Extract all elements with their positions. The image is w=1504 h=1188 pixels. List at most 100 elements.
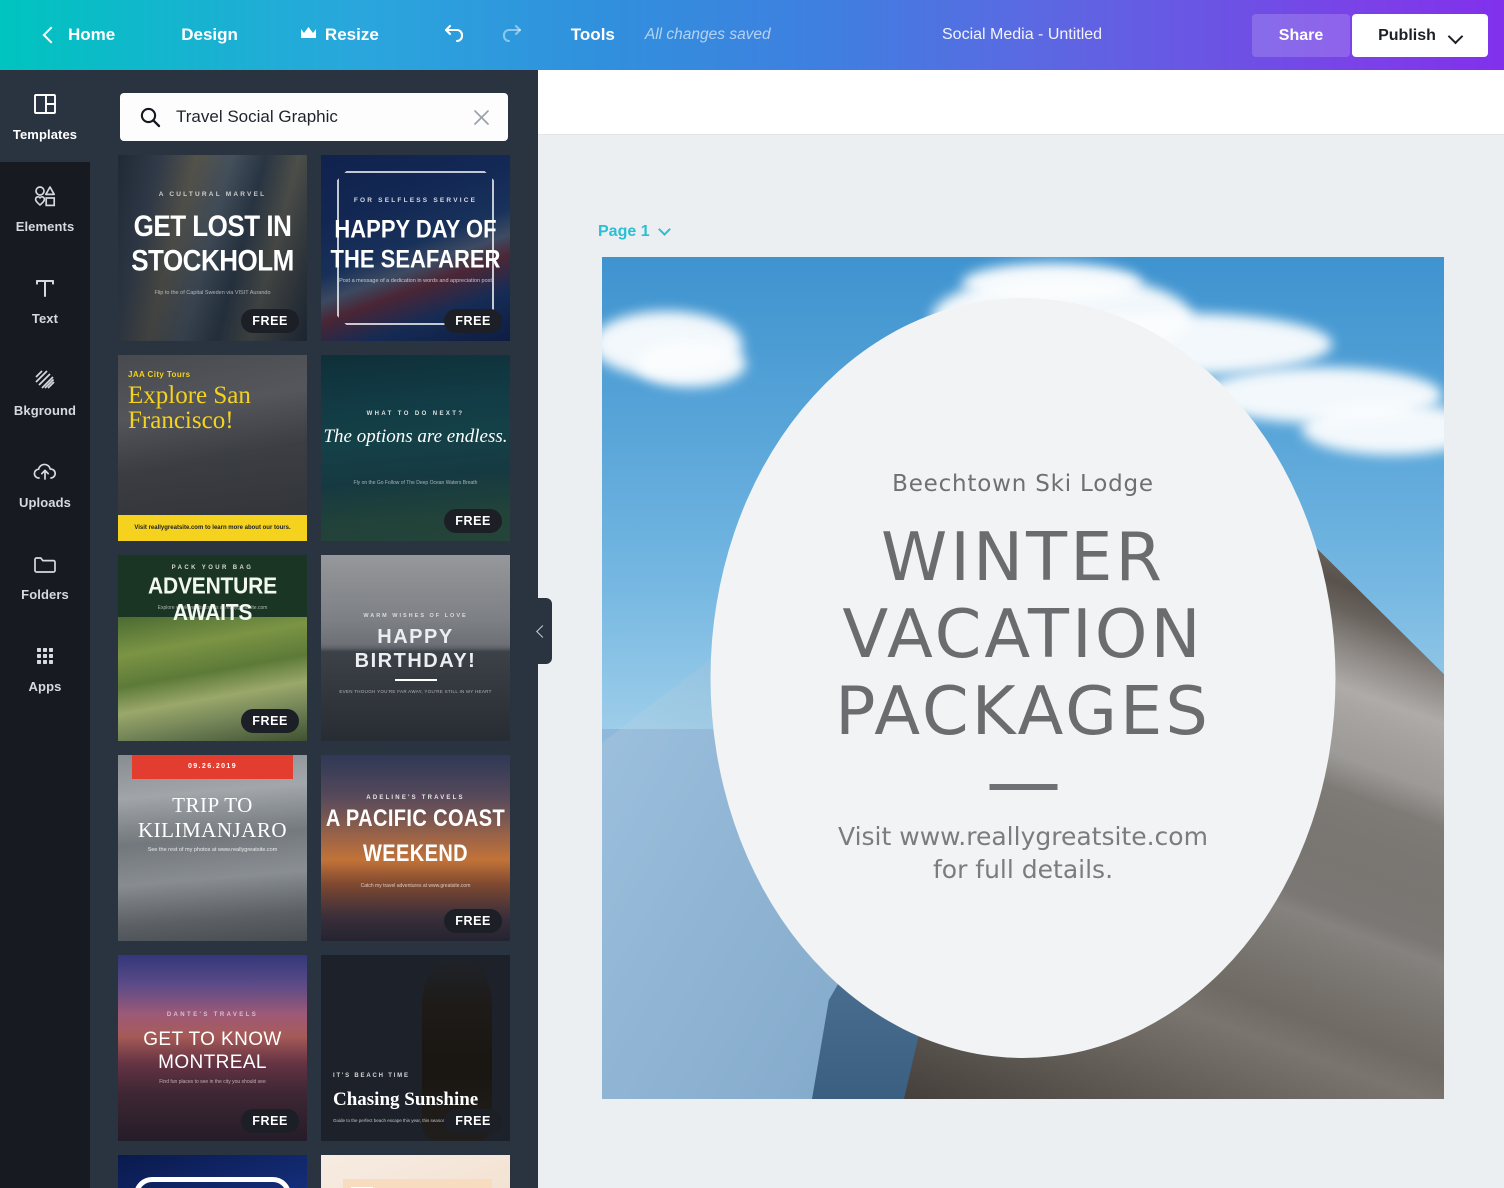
template-overlay: JAA City Tours Explore San Francisco! bbox=[118, 355, 307, 541]
chevron-down-icon bbox=[658, 223, 671, 236]
sidebar-item-templates[interactable]: Templates bbox=[0, 70, 90, 162]
canvas-workspace: Page 1 Beechtown Ski Lodge WINTER VACATI… bbox=[538, 135, 1504, 1188]
template-subtitle: Find fun places to see in the city you s… bbox=[118, 1079, 307, 1085]
templates-panel: A CULTURAL MARVEL GET LOST IN STOCKHOLM … bbox=[90, 70, 538, 1188]
resize-label: Resize bbox=[325, 25, 379, 45]
template-kicker: IT'S BEACH TIME bbox=[333, 1073, 510, 1079]
sidebar-item-folders[interactable]: Folders bbox=[0, 530, 90, 622]
template-card[interactable]: IT'S BEACH TIME Chasing Sunshine Guide t… bbox=[321, 955, 510, 1141]
template-subtitle: See the rest of my photos at www.reallyg… bbox=[118, 847, 307, 853]
sidebar-item-text[interactable]: Text bbox=[0, 254, 90, 346]
sidebar-label: Uploads bbox=[19, 495, 71, 510]
close-icon[interactable] bbox=[462, 98, 500, 136]
home-label: Home bbox=[68, 25, 115, 45]
resize-button[interactable]: Resize bbox=[290, 13, 389, 57]
template-title: GET LOST IN STOCKHOLM bbox=[118, 209, 307, 278]
template-title: Explore San Francisco! bbox=[128, 383, 307, 433]
template-overlay: TRIP TO KILIMANJARO See the rest of my p… bbox=[118, 755, 307, 941]
sidebar-label: Elements bbox=[16, 219, 75, 234]
sidebar-item-bkground[interactable]: Bkground bbox=[0, 346, 90, 438]
design-circle-backdrop[interactable]: Beechtown Ski Lodge WINTER VACATION PACK… bbox=[711, 298, 1336, 1058]
redo-icon bbox=[498, 20, 524, 51]
template-card[interactable]: JAA City Tours Explore San Francisco! Vi… bbox=[118, 355, 307, 541]
template-title: GET TO KNOW MONTREAL bbox=[118, 1028, 307, 1074]
search-bar[interactable] bbox=[120, 93, 508, 141]
template-kicker: WHAT TO DO NEXT? bbox=[321, 411, 510, 417]
template-subtitle: Fly on the Go Follow of The Deep Ocean W… bbox=[321, 480, 510, 486]
template-title: Chasing Sunshine bbox=[333, 1089, 510, 1111]
panel-collapse-button[interactable] bbox=[530, 598, 552, 664]
page-selector[interactable]: Page 1 bbox=[598, 223, 669, 241]
template-decorative-frame bbox=[134, 1177, 291, 1188]
redo-button[interactable] bbox=[491, 15, 531, 55]
template-kicker: JAA City Tours bbox=[128, 370, 307, 379]
share-label: Share bbox=[1279, 27, 1323, 45]
elements-icon bbox=[31, 182, 59, 210]
template-card[interactable]: PACK YOUR BAG ADVENTURE AWAITS Explore w… bbox=[118, 555, 307, 741]
template-card[interactable]: 09.26.2019 TRIP TO KILIMANJARO See the r… bbox=[118, 755, 307, 941]
free-badge: FREE bbox=[241, 309, 299, 333]
text-icon bbox=[31, 274, 59, 302]
sidebar-label: Text bbox=[32, 311, 58, 326]
template-card[interactable]: WARM WISHES OF LOVE HAPPY BIRTHDAY! EVEN… bbox=[321, 555, 510, 741]
template-divider bbox=[395, 679, 437, 681]
template-subtitle: EVEN THOUGH YOU'RE FAR AWAY, YOU'RE STIL… bbox=[321, 689, 510, 694]
design-title-line-1: WINTER bbox=[835, 519, 1211, 596]
template-kicker: FOR SELFLESS SERVICE bbox=[321, 197, 510, 204]
template-title-line2: WEEKEND bbox=[321, 841, 510, 869]
uploads-cloud-icon bbox=[31, 458, 59, 486]
design-title-text[interactable]: WINTER VACATION PACKAGES bbox=[835, 519, 1211, 750]
publish-label: Publish bbox=[1378, 27, 1436, 45]
template-kicker: WARM WISHES OF LOVE bbox=[321, 613, 510, 619]
design-subtitle-line-1: Visit www.reallygreatsite.com bbox=[838, 820, 1208, 853]
design-title-line-3: PACKAGES bbox=[835, 673, 1211, 750]
template-card[interactable]: ADELINE'S TRAVELS A PACIFIC COAST WEEKEN… bbox=[321, 755, 510, 941]
home-button[interactable]: Home bbox=[28, 13, 125, 57]
search-input[interactable] bbox=[176, 107, 462, 127]
left-sidebar: Templates Elements Text bbox=[0, 70, 90, 1188]
template-card[interactable] bbox=[118, 1155, 307, 1188]
template-card[interactable]: WHAT TO DO NEXT? The options are endless… bbox=[321, 355, 510, 541]
design-kicker-text[interactable]: Beechtown Ski Lodge bbox=[892, 471, 1154, 497]
undo-button[interactable] bbox=[435, 15, 475, 55]
sidebar-label: Folders bbox=[21, 587, 69, 602]
template-kicker: A CULTURAL MARVEL bbox=[118, 191, 307, 198]
template-card[interactable]: FOR SELFLESS SERVICE HAPPY DAY OF THE SE… bbox=[321, 155, 510, 341]
sidebar-item-uploads[interactable]: Uploads bbox=[0, 438, 90, 530]
tools-label: Tools bbox=[571, 25, 615, 45]
design-divider bbox=[989, 784, 1057, 790]
template-title: The options are endless. bbox=[321, 425, 510, 448]
sidebar-item-elements[interactable]: Elements bbox=[0, 162, 90, 254]
design-label: Design bbox=[181, 25, 238, 45]
template-card[interactable] bbox=[321, 1155, 510, 1188]
design-button[interactable]: Design bbox=[171, 13, 248, 57]
background-icon bbox=[31, 366, 59, 394]
chevron-down-icon bbox=[1450, 30, 1462, 42]
template-card[interactable]: DANTE'S TRAVELS GET TO KNOW MONTREAL Fin… bbox=[118, 955, 307, 1141]
document-title[interactable]: Social Media - Untitled bbox=[942, 26, 1102, 44]
folder-icon bbox=[31, 550, 59, 578]
template-subtitle: Catch my travel adventures at www.greats… bbox=[321, 883, 510, 889]
undo-icon bbox=[442, 20, 468, 51]
publish-button[interactable]: Publish bbox=[1352, 14, 1488, 57]
share-button[interactable]: Share bbox=[1252, 14, 1350, 57]
template-title: HAPPY DAY OF THE SEAFARER bbox=[321, 214, 510, 274]
sidebar-item-apps[interactable]: Apps bbox=[0, 622, 90, 714]
design-subtitle-text[interactable]: Visit www.reallygreatsite.com for full d… bbox=[838, 820, 1208, 886]
chevron-left-icon bbox=[38, 24, 60, 46]
chevron-left-icon bbox=[536, 625, 549, 638]
template-kicker: ADELINE'S TRAVELS bbox=[321, 795, 510, 801]
free-badge: FREE bbox=[241, 1109, 299, 1133]
template-results-grid: A CULTURAL MARVEL GET LOST IN STOCKHOLM … bbox=[118, 155, 510, 1188]
template-card[interactable]: A CULTURAL MARVEL GET LOST IN STOCKHOLM … bbox=[118, 155, 307, 341]
template-title: ADVENTURE AWAITS bbox=[118, 573, 307, 627]
sidebar-label: Templates bbox=[13, 127, 77, 142]
search-icon bbox=[138, 105, 162, 129]
template-subtitle: Flip to the of Capital Sweden via VISIT … bbox=[118, 290, 307, 296]
template-footer-strip: Visit reallygreatsite.com to learn more … bbox=[118, 515, 307, 541]
design-subtitle-line-2: for full details. bbox=[838, 853, 1208, 886]
design-canvas[interactable]: Beechtown Ski Lodge WINTER VACATION PACK… bbox=[602, 257, 1444, 1099]
tools-button[interactable]: Tools bbox=[561, 13, 625, 57]
template-title: A PACIFIC COAST bbox=[321, 806, 510, 834]
templates-icon bbox=[31, 90, 59, 118]
